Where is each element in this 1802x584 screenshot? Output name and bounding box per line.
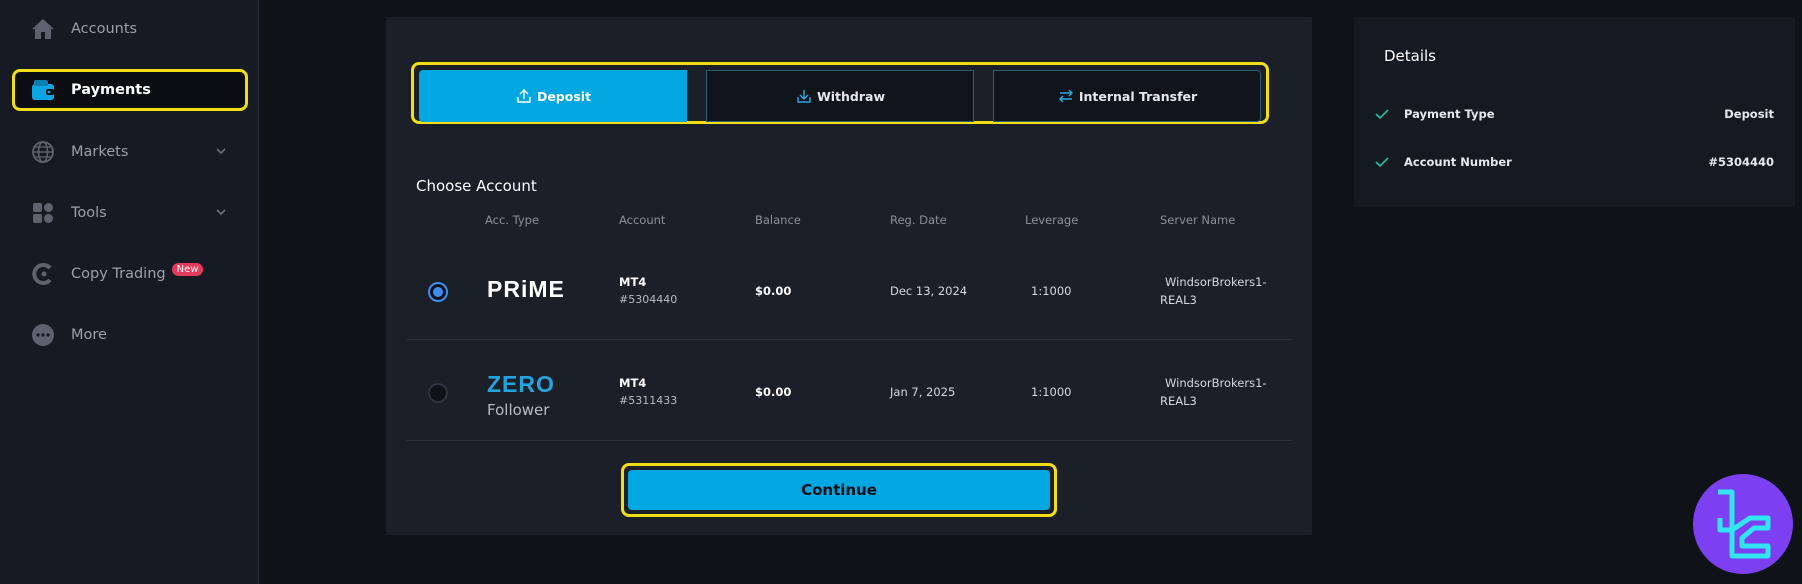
platform: MT4	[619, 376, 647, 390]
balance: $0.00	[755, 385, 792, 399]
copy-trading-icon	[31, 262, 55, 286]
balance: $0.00	[755, 284, 792, 298]
new-badge: New	[171, 262, 204, 276]
column-header-reg-date: Reg. Date	[890, 213, 947, 227]
server-name-line2: REAL3	[1160, 394, 1197, 408]
tab-label: Internal Transfer	[1078, 88, 1198, 104]
sidebar-item-accounts[interactable]: Accounts	[12, 8, 248, 50]
server-name-line2: REAL3	[1160, 293, 1197, 307]
choose-account-title: Choose Account	[416, 177, 537, 195]
home-icon	[31, 17, 55, 41]
account-radio[interactable]	[428, 282, 448, 302]
sidebar-item-copy-trading[interactable]: Copy Trading New	[12, 253, 248, 295]
column-header-acc-type: Acc. Type	[485, 213, 540, 227]
detail-row-account-number: Account Number #5304440	[1374, 153, 1774, 173]
sidebar: Accounts Payments Markets Tools Copy Tra…	[0, 0, 259, 584]
sidebar-item-label: Accounts	[71, 21, 138, 37]
leverage: 1:1000	[1031, 284, 1072, 298]
payment-tabs: Deposit Withdraw Internal Transfer	[411, 62, 1269, 124]
detail-value: #5304440	[1708, 155, 1774, 169]
tab-withdraw[interactable]: Withdraw	[706, 70, 974, 122]
leverage: 1:1000	[1031, 385, 1072, 399]
account-row[interactable]: PRiME MT4 #5304440 $0.00 Dec 13, 2024 1:…	[406, 240, 1292, 340]
column-header-balance: Balance	[755, 213, 801, 227]
server-name-line1: WindsorBrokers1-	[1165, 275, 1267, 289]
sidebar-item-label: Copy Trading	[71, 266, 166, 282]
detail-key: Account Number	[1404, 155, 1512, 169]
prime-logo: PRiME	[487, 276, 565, 302]
more-dots-icon	[31, 323, 55, 347]
platform: MT4	[619, 275, 647, 289]
wallet-icon	[31, 78, 55, 102]
detail-row-payment-type: Payment Type Deposit	[1374, 105, 1774, 125]
transfer-arrows-icon	[1058, 89, 1073, 103]
upload-icon	[517, 89, 531, 103]
sidebar-item-label: Markets	[71, 144, 129, 160]
column-header-account: Account	[619, 213, 666, 227]
details-title: Details	[1384, 47, 1437, 65]
tab-deposit[interactable]: Deposit	[419, 70, 687, 122]
sidebar-item-more[interactable]: More	[12, 314, 248, 356]
details-panel: Details Payment Type Deposit Account Num…	[1354, 17, 1795, 207]
sidebar-item-label: Payments	[71, 82, 151, 98]
payment-panel: Deposit Withdraw Internal Transfer Choos…	[386, 17, 1312, 535]
sidebar-item-payments[interactable]: Payments	[12, 69, 248, 111]
sidebar-item-tools[interactable]: Tools	[12, 192, 248, 234]
tab-internal-transfer[interactable]: Internal Transfer	[993, 70, 1261, 122]
account-number: #5311433	[619, 394, 678, 407]
account-number: #5304440	[619, 293, 678, 306]
continue-highlight: Continue	[621, 463, 1057, 517]
tradingfinder-logo-icon	[1717, 489, 1771, 559]
reg-date: Dec 13, 2024	[890, 284, 968, 298]
chevron-down-icon[interactable]	[214, 204, 228, 218]
watermark-logo	[1693, 474, 1793, 574]
globe-icon	[31, 140, 55, 164]
server-name-line1: WindsorBrokers1-	[1165, 376, 1267, 390]
chevron-down-icon[interactable]	[214, 143, 228, 157]
check-icon	[1375, 157, 1389, 168]
sidebar-item-markets[interactable]: Markets	[12, 131, 248, 173]
sidebar-item-label: More	[71, 327, 107, 343]
tools-grid-icon	[31, 201, 55, 225]
zero-logo-subtitle: Follower	[487, 401, 550, 419]
detail-value: Deposit	[1724, 107, 1774, 121]
tab-label: Withdraw	[816, 88, 886, 104]
column-header-leverage: Leverage	[1025, 213, 1079, 227]
continue-button[interactable]: Continue	[628, 470, 1050, 510]
download-icon	[797, 90, 811, 103]
tab-label: Deposit	[536, 88, 592, 104]
reg-date: Jan 7, 2025	[890, 385, 956, 399]
account-radio[interactable]	[428, 383, 448, 403]
column-header-server-name: Server Name	[1160, 213, 1236, 227]
check-icon	[1375, 109, 1389, 120]
detail-key: Payment Type	[1404, 107, 1495, 121]
account-row[interactable]: ZERO Follower MT4 #5311433 $0.00 Jan 7, …	[406, 341, 1292, 441]
sidebar-item-label: Tools	[71, 205, 107, 221]
zero-logo: ZERO	[487, 371, 555, 397]
